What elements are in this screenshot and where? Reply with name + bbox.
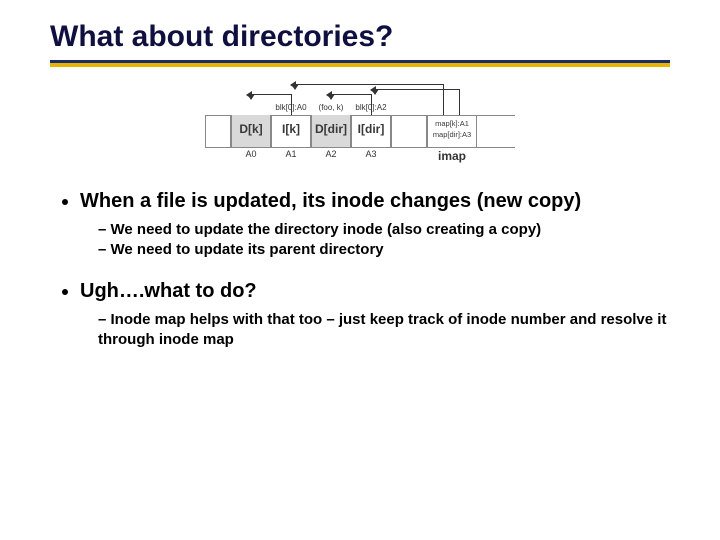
bullet-list-2: Ugh….what to do? (50, 279, 670, 304)
arrow-imap-idir-h (375, 89, 459, 90)
cell-idir: blk[0]:A2 I[dir] A3 (351, 115, 391, 147)
cell-label: D[k] (232, 123, 270, 136)
arrow-idir-ddir-n (327, 94, 335, 100)
subbullet-1b: We need to update its parent directory (98, 240, 670, 260)
arrow-ik-dk-n (247, 94, 255, 100)
strip-rcap-b (477, 147, 515, 148)
cell-label: D[dir] (312, 123, 350, 136)
cell-spacer1 (391, 115, 427, 147)
cell-ddir: (foo, k) D[dir] A2 (311, 115, 351, 147)
arrow-imap-idir-n (371, 89, 379, 95)
subbullet-list-1: We need to update the directory inode (a… (50, 220, 670, 261)
arrow-imap-idir-v (459, 89, 460, 115)
strip-border-bottom (205, 147, 515, 148)
bullet-1: When a file is updated, its inode change… (80, 189, 670, 214)
bullet-list-1: When a file is updated, its inode change… (50, 189, 670, 214)
cell-ik: blk[0]:A0 I[k] A1 (271, 115, 311, 147)
arrow-imap-ik-n (291, 84, 299, 90)
arrow-imap-ik-h (295, 84, 443, 85)
bullet-2: Ugh….what to do? (80, 279, 670, 304)
lfs-diagram: D[k] A0 blk[0]:A0 I[k] A1 (foo, k) D[dir… (205, 81, 515, 171)
imap-line-0: map[k]:A1 (428, 119, 476, 128)
subbullet-1a: We need to update the directory inode (a… (98, 220, 670, 240)
arrow-ik-dk-v (291, 94, 292, 115)
cell-dk: D[k] A0 (231, 115, 271, 147)
subbullet-list-2: Inode map helps with that too – just kee… (50, 310, 670, 351)
cell-above: (foo, k) (312, 104, 350, 113)
arrow-idir-ddir-h (331, 94, 371, 95)
cell-imap: map[k]:A1 map[dir]:A3 imap (427, 115, 477, 147)
cell-label: I[dir] (352, 123, 390, 136)
cell-label: I[k] (272, 123, 310, 136)
subbullet-2a: Inode map helps with that too – just kee… (98, 310, 670, 351)
cell-below: A0 (232, 150, 270, 160)
cell-below: A1 (272, 150, 310, 160)
title-rule-gold (50, 63, 670, 67)
cell-below: A2 (312, 150, 350, 160)
strip-rcap-t (477, 115, 515, 116)
slide-title: What about directories? (50, 20, 670, 54)
imap-below: imap (428, 150, 476, 163)
cell-spacer0 (205, 115, 231, 147)
arrow-idir-ddir-v (371, 94, 372, 115)
slide: What about directories? D[k] A0 blk[0]:A… (0, 0, 720, 540)
cell-below: A3 (352, 150, 390, 160)
arrow-ik-dk-h (251, 94, 291, 95)
imap-line-1: map[dir]:A3 (428, 130, 476, 139)
